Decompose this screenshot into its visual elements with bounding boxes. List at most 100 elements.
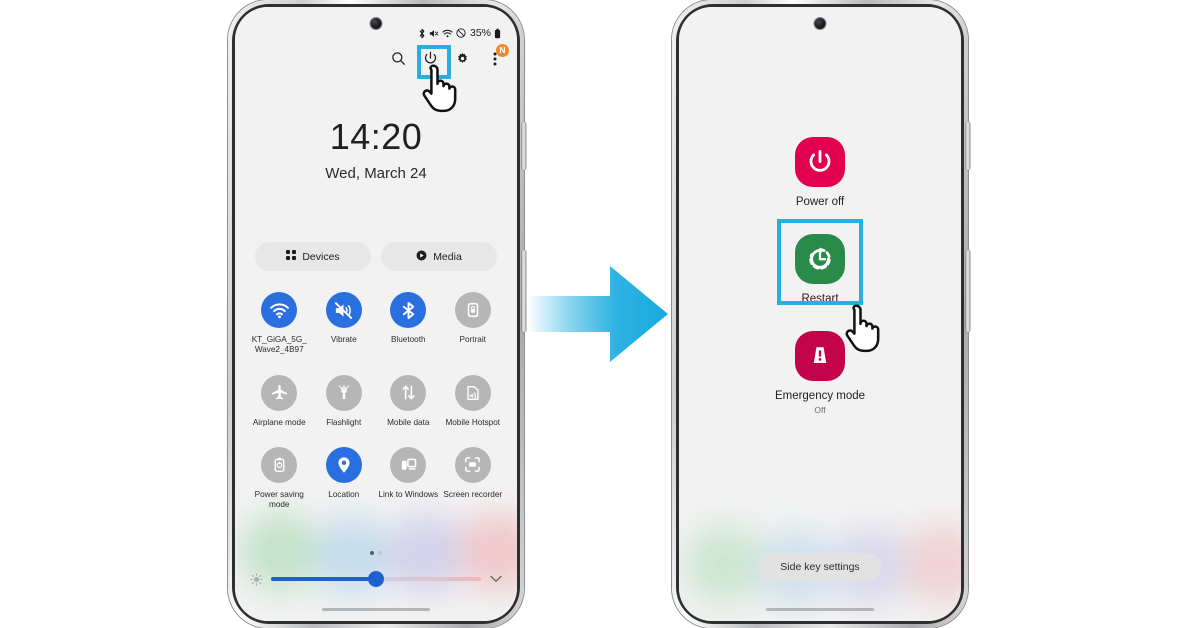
front-camera — [370, 18, 382, 29]
emergency-icon — [795, 331, 845, 381]
toggle-screen-recorder[interactable]: Screen recorder — [441, 446, 506, 511]
toggle-airplane-mode[interactable]: Airplane mode — [247, 374, 312, 428]
battery-icon — [494, 28, 501, 39]
link-to-windows-icon — [390, 446, 427, 483]
emergency-mode-label: Emergency mode — [774, 390, 866, 402]
front-camera — [814, 18, 826, 29]
toggle-portrait[interactable]: Portrait — [441, 292, 506, 356]
rotation-lock-icon — [454, 292, 491, 328]
home-indicator[interactable] — [322, 608, 430, 611]
flow-arrow — [528, 262, 670, 366]
left-phone: 35% N 14:20 Wed, March 24 Devices Media … — [228, 0, 526, 628]
power-off-item[interactable]: Power off — [795, 137, 845, 208]
power-icon-highlight-box — [417, 45, 451, 79]
toggle-label: Mobile data — [387, 417, 430, 427]
toggle-mobile-hotspot[interactable]: Mobile Hotspot — [441, 374, 506, 428]
toggle-label: KT_GiGA_5G_Wave2_4B97 — [251, 335, 307, 355]
notification-badge: N — [496, 44, 509, 57]
power-off-label: Power off — [795, 196, 845, 208]
emergency-mode-item[interactable]: Emergency mode Off — [775, 331, 865, 415]
toggle-vibrate[interactable]: Vibrate — [312, 292, 377, 356]
page-dot — [378, 551, 382, 555]
page-dot-active — [370, 551, 374, 555]
side-key-button-hardware[interactable] — [522, 250, 526, 332]
restart-item[interactable]: Restart — [777, 219, 863, 305]
toggle-label: Flashlight — [326, 417, 362, 427]
page-indicator — [235, 551, 517, 555]
toggle-row: Power saving mode Location Link to Windo… — [247, 446, 506, 511]
volume-button[interactable] — [966, 122, 970, 170]
toggle-row: KT_GiGA_5G_Wave2_4B97 Vibrate Bluetooth … — [247, 292, 505, 356]
toggle-power-saving-mode[interactable]: Power saving mode — [247, 446, 312, 511]
brightness-fill — [271, 577, 376, 581]
media-play-icon — [416, 250, 427, 264]
hotspot-icon — [454, 374, 491, 411]
wifi-icon — [261, 292, 298, 328]
toggle-label: Bluetooth — [390, 335, 426, 344]
brightness-low-icon — [249, 572, 263, 586]
brightness-knob[interactable] — [368, 571, 384, 587]
toggle-flashlight[interactable]: Flashlight — [312, 374, 377, 428]
volume-button[interactable] — [522, 122, 526, 170]
toggle-label: Screen recorder — [443, 489, 503, 499]
mute-icon — [429, 28, 439, 39]
toggle-label: Mobile Hotspot — [445, 417, 501, 427]
media-button[interactable]: Media — [381, 242, 497, 271]
devices-grid-icon — [286, 250, 297, 263]
vibrate-icon — [325, 292, 362, 328]
location-pin-icon — [325, 446, 362, 483]
bluetooth-icon — [390, 292, 427, 328]
search-icon[interactable] — [389, 49, 408, 68]
bluetooth-icon — [418, 28, 426, 39]
blob-green — [685, 525, 763, 603]
do-not-disturb-icon — [456, 28, 466, 38]
toggle-wifi[interactable]: KT_GiGA_5G_Wave2_4B97 — [247, 292, 312, 356]
restart-highlight-box — [777, 219, 863, 305]
background-blobs — [679, 463, 961, 613]
gear-icon[interactable] — [453, 49, 472, 68]
devices-label: Devices — [302, 250, 340, 263]
toggle-label: Portrait — [459, 335, 486, 344]
battery-saver-icon — [261, 446, 298, 483]
clock-time: 14:20 — [329, 116, 423, 157]
devices-button[interactable]: Devices — [255, 242, 371, 271]
toggle-label: Location — [328, 489, 360, 499]
airplane-icon — [261, 374, 298, 411]
side-key-button-hardware[interactable] — [966, 250, 970, 332]
power-off-icon — [795, 137, 845, 187]
toggle-label: Link to Windows — [378, 489, 439, 499]
wifi-icon — [442, 28, 453, 39]
status-bar: 35% — [418, 27, 501, 39]
side-key-settings-button[interactable]: Side key settings — [758, 553, 882, 581]
emergency-mode-status: Off — [814, 405, 826, 415]
toggle-row: Airplane mode Flashlight Mobile data Mob… — [247, 374, 506, 428]
power-menu-list: Power off Restart Emergency mode Off — [679, 137, 961, 415]
mobile-data-icon — [390, 374, 427, 411]
clock-date: Wed, March 24 — [325, 165, 427, 182]
toggle-bluetooth[interactable]: Bluetooth — [376, 292, 441, 356]
clock-widget[interactable]: 14:20 Wed, March 24 — [235, 116, 517, 183]
brightness-row — [249, 571, 503, 587]
toggle-label: Airplane mode — [252, 417, 306, 427]
brightness-slider[interactable] — [271, 571, 481, 587]
more-options-icon[interactable]: N — [485, 44, 509, 68]
right-phone: Power off Restart Emergency mode Off Sid… — [672, 0, 970, 628]
toggle-link-to-windows[interactable]: Link to Windows — [376, 446, 441, 511]
devices-media-row: Devices Media — [255, 242, 497, 271]
toggle-label: Power saving mode — [254, 489, 304, 509]
power-menu: Power off Restart Emergency mode Off Sid… — [679, 7, 961, 621]
flashlight-icon — [325, 374, 362, 411]
screenshot-stage: 35% N 14:20 Wed, March 24 Devices Media … — [0, 0, 1200, 628]
right-phone-screen: Power off Restart Emergency mode Off Sid… — [679, 7, 961, 621]
home-indicator[interactable] — [766, 608, 874, 611]
left-phone-screen: 35% N 14:20 Wed, March 24 Devices Media … — [235, 7, 517, 621]
toggle-mobile-data[interactable]: Mobile data — [376, 374, 441, 428]
screen-recorder-icon — [454, 446, 491, 483]
quick-settings-panel: 35% N 14:20 Wed, March 24 Devices Media … — [235, 7, 517, 621]
quick-toggle-grid: KT_GiGA_5G_Wave2_4B97 Vibrate Bluetooth … — [247, 292, 505, 529]
toggle-label: Vibrate — [330, 335, 357, 344]
blob-red — [903, 525, 961, 603]
battery-percent: 35% — [469, 27, 491, 39]
toggle-location[interactable]: Location — [312, 446, 377, 511]
chevron-down-icon[interactable] — [489, 575, 503, 583]
